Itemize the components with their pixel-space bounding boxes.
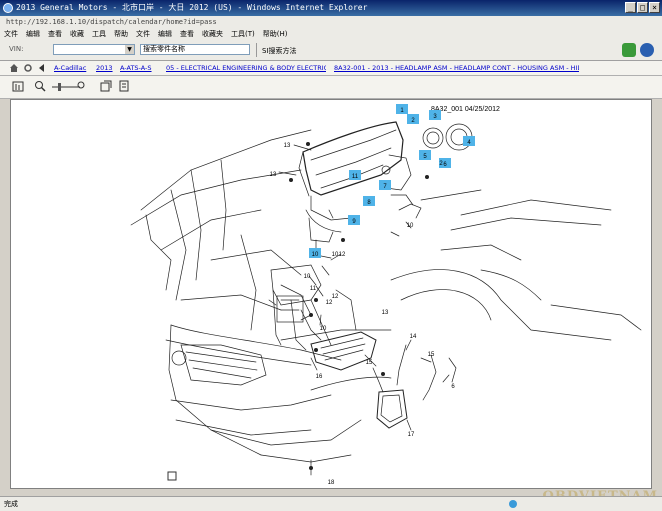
menu-item[interactable]: 帮助(H) [259, 28, 292, 40]
headlamp-exploded-diagram: 8A32_001 04/25/2012 1 2 3 4 5 6 7 8 9 10… [130, 104, 642, 486]
menu-item[interactable]: 工具 [88, 28, 110, 40]
menu-bar: 文件 编辑 查看 收藏 工具 帮助 文件 编辑 查看 收藏夹 工具(T) 帮助(… [0, 28, 662, 40]
zoom-slider-icon[interactable] [50, 80, 86, 92]
vin-label: VIN: [9, 45, 24, 53]
part-label: 15 [366, 360, 373, 366]
print-diagram-icon[interactable] [118, 80, 130, 92]
part-label: 13 [270, 172, 277, 178]
menu-item[interactable]: 查看 [44, 28, 66, 40]
menu-item[interactable]: 工具(T) [227, 28, 259, 40]
back-icon[interactable] [38, 64, 46, 72]
part-label: 13 [284, 143, 291, 149]
page-marker-icon [167, 471, 177, 481]
app-toolbar: VIN: ▼ 搜索零件名称 SI搜索方法 [0, 40, 662, 61]
address-text[interactable]: http://192.168.1.10/dispatch/calendar/ho… [6, 16, 217, 28]
menu-item[interactable]: 编辑 [154, 28, 176, 40]
vin-select[interactable]: ▼ [53, 44, 135, 55]
window-titlebar: 2013 General Motors - 北市口岸 - 大日 2012 (US… [0, 0, 662, 16]
help-icon[interactable] [640, 43, 654, 57]
callout-marker[interactable]: 11 [349, 170, 361, 180]
status-bar: 完成 [0, 496, 662, 511]
callout-marker[interactable]: 2 [407, 114, 419, 124]
window-controls: _ □ × [625, 2, 660, 13]
part-label: 10 [320, 326, 327, 332]
callout-marker[interactable]: 7 [379, 180, 391, 190]
part-label: 16 [316, 374, 323, 380]
svg-text:10: 10 [312, 252, 319, 258]
callout-marker[interactable]: 8 [363, 196, 375, 206]
refresh-icon[interactable] [24, 64, 32, 72]
part-label: 13 [382, 310, 389, 316]
breadcrumb-item[interactable]: 2013 [96, 61, 113, 75]
diagram-code: 8A32_001 04/25/2012 [431, 106, 500, 113]
menu-item[interactable]: 查看 [176, 28, 198, 40]
part-label: 6 [451, 384, 455, 390]
part-label: 12 [339, 252, 346, 258]
menu-item[interactable]: 编辑 [22, 28, 44, 40]
search-method-link[interactable]: SI搜索方法 [262, 46, 297, 56]
callout-marker[interactable]: 4 [463, 136, 475, 146]
part-label: 15 [428, 352, 435, 358]
window-title: 2013 General Motors - 北市口岸 - 大日 2012 (US… [16, 3, 368, 12]
menu-item[interactable]: 收藏夹 [198, 28, 227, 40]
close-icon[interactable]: × [649, 2, 660, 13]
diagram-viewport[interactable]: 8A32_001 04/25/2012 1 2 3 4 5 6 7 8 9 10… [10, 99, 652, 489]
part-label: 14 [410, 334, 417, 340]
zoom-in-icon[interactable] [34, 80, 46, 92]
callout-marker[interactable]: 1 [396, 104, 408, 114]
minimize-icon[interactable]: _ [625, 2, 636, 13]
menu-item[interactable]: 收藏 [66, 28, 88, 40]
callout-marker[interactable]: 10 [309, 248, 321, 258]
home-icon[interactable] [10, 64, 18, 72]
breadcrumb: A-Cadillac 2013 A-ATS-A-S 05 - ELECTRICA… [0, 61, 662, 76]
part-label: 10 [332, 252, 339, 258]
callout-marker[interactable]: 5 [419, 150, 431, 160]
toolbar-divider [256, 43, 257, 57]
breadcrumb-item[interactable]: A-Cadillac [54, 61, 86, 75]
part-label: 17 [408, 432, 415, 438]
parts-list-icon[interactable] [12, 80, 24, 92]
part-label: 12 [326, 300, 333, 306]
globe-icon [509, 500, 517, 508]
menu-item[interactable]: 帮助 [110, 28, 132, 40]
breadcrumb-item[interactable]: 8A32-001 - 2013 - HEADLAMP ASM - HEADLAM… [334, 61, 579, 75]
print-icon[interactable] [622, 43, 636, 57]
menu-item[interactable]: 文件 [0, 28, 22, 40]
callout-marker[interactable]: 3 [429, 110, 441, 120]
maximize-icon[interactable]: □ [637, 2, 648, 13]
diagram-toolbar [0, 76, 662, 99]
callout-marker[interactable]: 9 [348, 215, 360, 225]
chevron-down-icon[interactable]: ▼ [125, 45, 134, 54]
menu-item[interactable]: 文件 [132, 28, 154, 40]
ie-logo-icon [3, 3, 13, 13]
part-label: 18 [328, 480, 335, 486]
status-text: 完成 [4, 500, 18, 508]
search-input[interactable]: 搜索零件名称 [140, 44, 250, 55]
part-label: 10 [304, 274, 311, 280]
part-label: 10 [407, 223, 414, 229]
fit-page-icon[interactable] [100, 80, 112, 92]
part-label: 11 [310, 286, 317, 292]
svg-text:11: 11 [352, 174, 359, 180]
breadcrumb-item[interactable]: A-ATS-A-S [120, 61, 152, 75]
breadcrumb-item[interactable]: 05 - ELECTRICAL ENGINEERING & BODY ELECT… [166, 61, 326, 75]
part-label: 12 [332, 294, 339, 300]
